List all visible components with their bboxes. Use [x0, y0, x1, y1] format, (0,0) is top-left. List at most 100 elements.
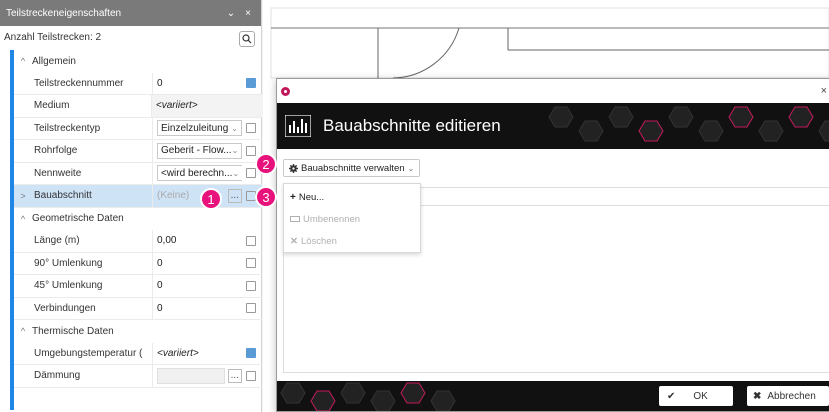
checkbox[interactable] [246, 280, 256, 291]
category-label: Geometrische Daten [32, 213, 124, 225]
dialog-titlebar: × [277, 79, 829, 103]
property-value[interactable]: 0,00 [152, 230, 242, 252]
property-label: Verbindungen [34, 302, 96, 314]
property-value[interactable]: 0 [152, 72, 242, 94]
property-row[interactable]: Medium <variiert> [14, 95, 263, 118]
checkbox[interactable] [246, 78, 256, 89]
checkbox[interactable] [246, 145, 256, 156]
cancel-button[interactable]: ✖ Abbrechen [747, 386, 829, 406]
property-label: Medium [33, 100, 70, 112]
menu-item-new[interactable]: + Neu... [284, 186, 420, 208]
plus-icon: + [290, 191, 296, 203]
delete-icon: ✕ [290, 235, 298, 247]
property-label: Dämmung [34, 370, 81, 382]
chevron-right-icon[interactable]: > [14, 191, 32, 201]
category-label: Allgemein [32, 55, 76, 67]
property-label: Rohrfolge [34, 145, 78, 157]
checkbox[interactable] [246, 123, 256, 134]
dropdown-value: Geberit - Flow... [161, 145, 232, 157]
dropdown-value: <wird berechn... [161, 167, 233, 179]
chevron-down-icon: ⌄ [231, 146, 239, 156]
property-row[interactable]: 90° Umlenkung 0 [14, 252, 262, 275]
construction-phase-icon [285, 115, 311, 137]
menu-item-rename[interactable]: Umbenennen [284, 208, 420, 230]
checkbox[interactable] [246, 303, 256, 314]
dialog-title: Bauabschnitte editieren [323, 116, 501, 135]
property-label: Länge (m) [34, 235, 80, 247]
panel-title: Teilstreckeneigenschaften [6, 7, 122, 19]
property-row[interactable]: Länge (m) 0,00 [14, 230, 262, 253]
checkbox[interactable] [246, 348, 256, 359]
ok-button[interactable]: ✔ OK [659, 386, 733, 406]
checkbox[interactable] [246, 370, 256, 381]
screen: { "panel": { "title": "Teilstreckeneigen… [0, 0, 829, 412]
property-row[interactable]: 45° Umlenkung 0 [14, 275, 262, 298]
property-row[interactable]: Nennweite <wird berechn... ⌄ [14, 162, 262, 185]
manage-dropdown-label: Bauabschnitte verwalten [301, 162, 405, 174]
cancel-label: Abbrechen [767, 390, 816, 402]
callout-2: 2 [255, 153, 277, 175]
property-row-selected[interactable]: > Bauabschnitt (Keine)... [14, 185, 262, 208]
property-value[interactable]: 0 [152, 252, 242, 274]
gear-icon [289, 163, 298, 173]
chevron-down-icon: ⌄ [232, 168, 240, 178]
property-label: Nennweite [34, 167, 82, 179]
property-row[interactable]: Dämmung ... [14, 365, 262, 388]
chevron-up-icon[interactable]: ^ [14, 214, 32, 224]
property-row[interactable]: Rohrfolge Geberit - Flow... ⌄ [14, 140, 262, 163]
manage-menu: + Neu... Umbenennen ✕ Löschen [283, 183, 421, 253]
chevron-down-icon: ⌄ [407, 163, 415, 173]
property-value[interactable]: 0 [152, 275, 242, 297]
segment-count: Anzahl Teilstrecken: 2 [4, 31, 102, 43]
type-dropdown[interactable]: Einzelzuleitung ⌄ [157, 120, 242, 137]
category-label: Thermische Daten [32, 325, 114, 337]
category-thermal[interactable]: ^ Thermische Daten [14, 320, 262, 343]
app-icon [281, 86, 290, 96]
close-icon[interactable]: × [821, 85, 827, 97]
property-row[interactable]: Teilstreckentyp Einzelzuleitung ⌄ [14, 117, 262, 140]
property-row[interactable]: Umgebungstemperatur ( <variiert> [14, 342, 262, 365]
property-label: 45° Umlenkung [34, 280, 103, 292]
panel-titlebar: Teilstreckeneigenschaften ⌄ × [0, 0, 261, 26]
menu-item-label: Umbenennen [303, 213, 361, 225]
callout-1: 1 [200, 188, 222, 210]
callout-3: 3 [255, 186, 277, 208]
manage-dropdown[interactable]: Bauabschnitte verwalten ⌄ [283, 159, 421, 177]
checkbox[interactable] [246, 235, 256, 246]
property-label: Teilstreckennummer [34, 77, 124, 89]
properties-panel: Teilstreckeneigenschaften ⌄ × Anzahl Tei… [0, 0, 263, 412]
close-icon[interactable]: × [245, 8, 251, 19]
size-dropdown[interactable]: <wird berechn... ⌄ [157, 165, 242, 182]
property-value[interactable]: 0 [152, 297, 242, 319]
hexagon-pattern [548, 106, 829, 142]
hexagon-pattern [280, 382, 456, 411]
property-label: 90° Umlenkung [34, 257, 103, 269]
chevron-down-icon[interactable]: ⌄ [227, 8, 235, 19]
property-value[interactable] [157, 367, 225, 384]
drawing-lines [270, 7, 829, 79]
chevron-up-icon[interactable]: ^ [14, 56, 32, 66]
browse-button[interactable]: ... [227, 188, 242, 203]
checkbox[interactable] [246, 258, 256, 269]
menu-item-delete[interactable]: ✕ Löschen [284, 230, 420, 252]
edit-dialog: × Bauabschnitte editieren Bauabschnitte … [276, 78, 829, 412]
property-list: ^ Allgemein Teilstreckennummer 0 Medium … [14, 50, 263, 388]
chevron-up-icon[interactable]: ^ [14, 326, 32, 336]
search-button[interactable] [239, 31, 255, 47]
chevron-down-icon: ⌄ [231, 123, 238, 133]
check-icon: ✔ [667, 390, 676, 402]
property-label: Teilstreckentyp [34, 122, 101, 134]
dialog-footer: ✔ OK ✖ Abbrechen [277, 381, 829, 411]
pipe-dropdown[interactable]: Geberit - Flow... ⌄ [157, 142, 242, 159]
menu-item-label: Neu... [298, 191, 325, 203]
property-value[interactable]: <variiert> [152, 342, 242, 364]
menu-item-label: Löschen [300, 235, 337, 247]
property-row[interactable]: Teilstreckennummer 0 [14, 72, 262, 95]
property-label: Bauabschnitt [34, 190, 92, 202]
category-geometric[interactable]: ^ Geometrische Daten [14, 208, 262, 231]
checkbox[interactable] [246, 168, 256, 179]
property-row[interactable]: Verbindungen 0 [14, 297, 262, 320]
dropdown-value: Einzelzuleitung [161, 122, 229, 134]
browse-button[interactable]: ... [227, 368, 242, 383]
category-general[interactable]: ^ Allgemein [14, 50, 262, 73]
